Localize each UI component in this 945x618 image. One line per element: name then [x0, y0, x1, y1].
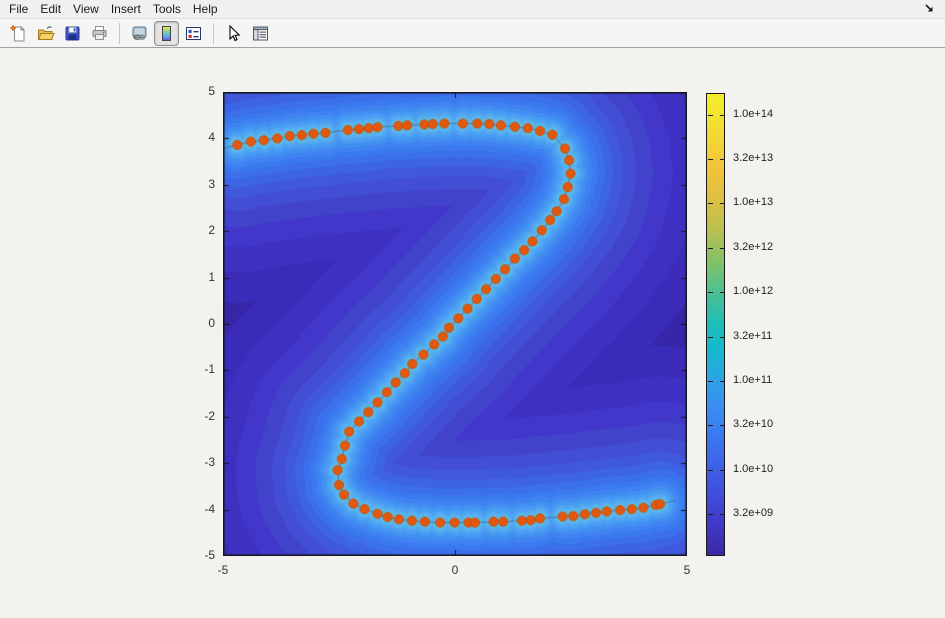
- y-tick-label: 4: [155, 130, 215, 144]
- insert-legend-button[interactable]: [181, 21, 206, 46]
- dock-figure-icon[interactable]: [923, 2, 937, 16]
- legend-icon: [184, 24, 203, 43]
- colorbar-tick-label: 1.0e+12: [733, 285, 773, 297]
- colorbar-tick-label: 1.0e+11: [733, 374, 772, 386]
- colorbar-tick-label: 1.0e+13: [733, 196, 773, 208]
- colorbar-tick: [708, 381, 713, 382]
- menu-tools[interactable]: Tools: [147, 1, 187, 17]
- new-document-icon: [9, 24, 28, 43]
- y-tick-label: -5: [155, 548, 215, 562]
- insert-colorbar-button[interactable]: [154, 21, 179, 46]
- y-tick-label: 0: [155, 316, 215, 330]
- colorbar-tick: [708, 337, 713, 338]
- colorbar-tick-label: 1.0e+10: [733, 463, 773, 475]
- y-tick-label: 2: [155, 223, 215, 237]
- y-tick-label: 5: [155, 84, 215, 98]
- colorbar-tick: [708, 425, 713, 426]
- toolbar-separator: [119, 23, 120, 44]
- colorbar-tick: [720, 425, 725, 426]
- floppy-disk-icon: [63, 24, 82, 43]
- colorbar-tick: [720, 514, 725, 515]
- colorbar: [706, 93, 725, 556]
- colorbar-gradient: [707, 94, 724, 555]
- colorbar-tick: [720, 470, 725, 471]
- y-tick-label: 1: [155, 270, 215, 284]
- print-figure-button[interactable]: [87, 21, 112, 46]
- y-tick-label: -1: [155, 362, 215, 376]
- menu-edit[interactable]: Edit: [34, 1, 67, 17]
- colorbar-tick: [720, 248, 725, 249]
- colorbar-tick: [720, 292, 725, 293]
- y-tick-label: -4: [155, 502, 215, 516]
- menu-file[interactable]: File: [3, 1, 34, 17]
- link-plot-button[interactable]: [127, 21, 152, 46]
- printer-icon: [90, 24, 109, 43]
- colorbar-tick-label: 3.2e+09: [733, 507, 773, 519]
- colorbar-tick: [708, 203, 713, 204]
- colorbar-tick: [708, 514, 713, 515]
- y-tick-label: -2: [155, 409, 215, 423]
- colorbar-icon: [157, 24, 176, 43]
- edit-plot-button[interactable]: [221, 21, 246, 46]
- plot-tools-panel-icon: [251, 24, 270, 43]
- colorbar-tick: [708, 159, 713, 160]
- colorbar-tick-label: 1.0e+14: [733, 108, 773, 120]
- show-plot-tools-button[interactable]: [248, 21, 273, 46]
- colorbar-tick: [708, 292, 713, 293]
- save-figure-button[interactable]: [60, 21, 85, 46]
- menu-bar: File Edit View Insert Tools Help: [0, 0, 945, 19]
- pointer-arrow-icon: [224, 24, 243, 43]
- colorbar-tick: [720, 203, 725, 204]
- y-tick-label: 3: [155, 177, 215, 191]
- figure-toolbar: [0, 19, 945, 48]
- colorbar-tick: [720, 337, 725, 338]
- menu-insert[interactable]: Insert: [105, 1, 147, 17]
- contour-scatter-plot[interactable]: [223, 92, 687, 556]
- colorbar-tick-label: 3.2e+13: [733, 152, 773, 164]
- figure-canvas-area: 5 4 3 2 1 0 -1 -2 -3 -4 -5 -5 0 5 1.0e+14 3.2e+13 1.0e…: [0, 48, 945, 618]
- colorbar-tick: [708, 115, 713, 116]
- colorbar-tick: [708, 470, 713, 471]
- menu-view[interactable]: View: [67, 1, 105, 17]
- new-figure-button[interactable]: [6, 21, 31, 46]
- figure-window: File Edit View Insert Tools Help: [0, 0, 945, 618]
- colorbar-tick: [720, 115, 725, 116]
- x-tick-label: -5: [203, 563, 243, 577]
- open-folder-icon: [36, 24, 55, 43]
- x-tick-label: 0: [435, 563, 475, 577]
- colorbar-tick: [720, 381, 725, 382]
- colorbar-tick: [708, 248, 713, 249]
- link-plot-icon: [130, 24, 149, 43]
- open-file-button[interactable]: [33, 21, 58, 46]
- colorbar-tick-label: 3.2e+12: [733, 241, 773, 253]
- y-tick-label: -3: [155, 455, 215, 469]
- colorbar-tick-label: 3.2e+10: [733, 418, 773, 430]
- x-tick-label: 5: [667, 563, 707, 577]
- colorbar-tick-label: 3.2e+11: [733, 330, 772, 342]
- toolbar-separator: [213, 23, 214, 44]
- colorbar-tick: [720, 159, 725, 160]
- menu-help[interactable]: Help: [187, 1, 224, 17]
